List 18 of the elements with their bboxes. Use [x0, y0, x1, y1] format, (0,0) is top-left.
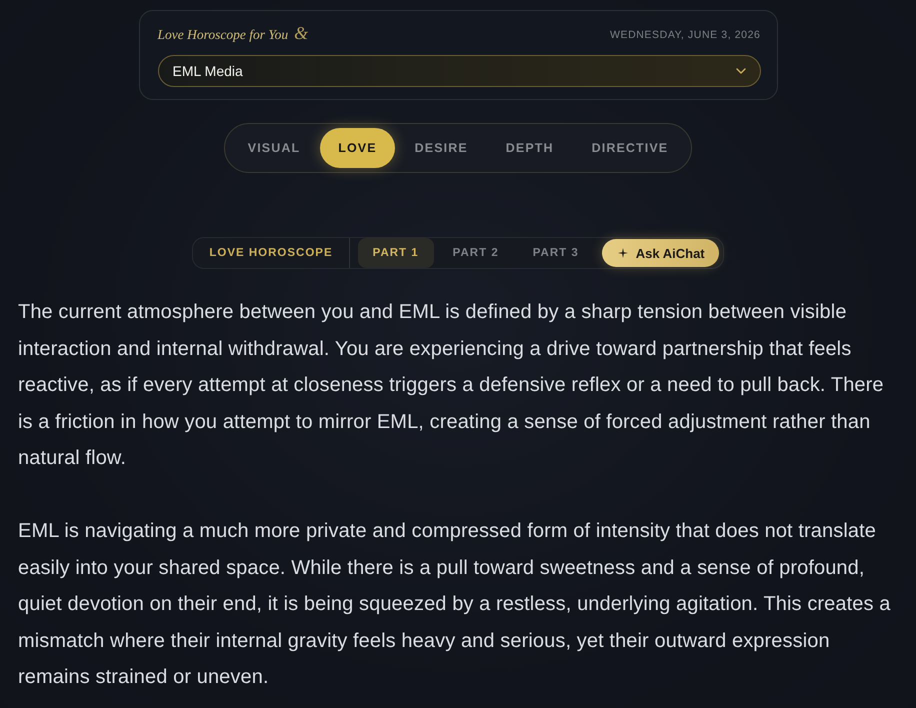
horoscope-title: Love Horoscope for You — [158, 27, 288, 43]
part-tab[interactable]: PART 2 — [438, 238, 514, 268]
horoscope-paragraph: The current atmosphere between you and EML is defined by a sharp tension between visible interaction and internal withdrawal. You are experiencing a drive toward partnership that feels reactive, as if every attempt at closeness triggers a defensive reflex or a need to pull back. There is a friction in how you attempt to mirror EML, creating a sense of forced adjustment rather than natural flow. — [18, 300, 885, 471]
date-label: WEDNESDAY, JUNE 3, 2026 — [610, 29, 760, 41]
ask-aichat-button[interactable]: Ask AiChat — [602, 239, 719, 267]
category-tab[interactable]: DESIRE — [396, 128, 486, 168]
category-tab[interactable]: DIRECTIVE — [574, 128, 686, 168]
part-tab[interactable]: PART 1 — [358, 238, 434, 268]
category-tab[interactable]: VISUAL — [230, 128, 318, 168]
part-tab[interactable]: PART 3 — [518, 238, 594, 268]
section-label: LOVE HOROSCOPE — [209, 247, 333, 259]
horoscope-paragraph: EML is navigating a much more private and compressed form of intensity that does not translate easily into your shared space. While there is a pull toward sweetness and a sense of profound, quiet devotion on their end, it is being squeezed by a restless, underlying agitation. This creates a mismatch where their internal gravity feels heavy and serious, yet their outward expression remains strained or uneven. — [18, 519, 892, 690]
media-select[interactable]: EML Media — [158, 55, 760, 87]
ampersand-ornament: & — [294, 24, 308, 42]
category-tab[interactable]: DEPTH — [488, 128, 572, 168]
category-tab[interactable]: LOVE — [320, 128, 395, 168]
chevron-down-icon — [736, 68, 746, 74]
sparkle-icon — [618, 248, 628, 258]
